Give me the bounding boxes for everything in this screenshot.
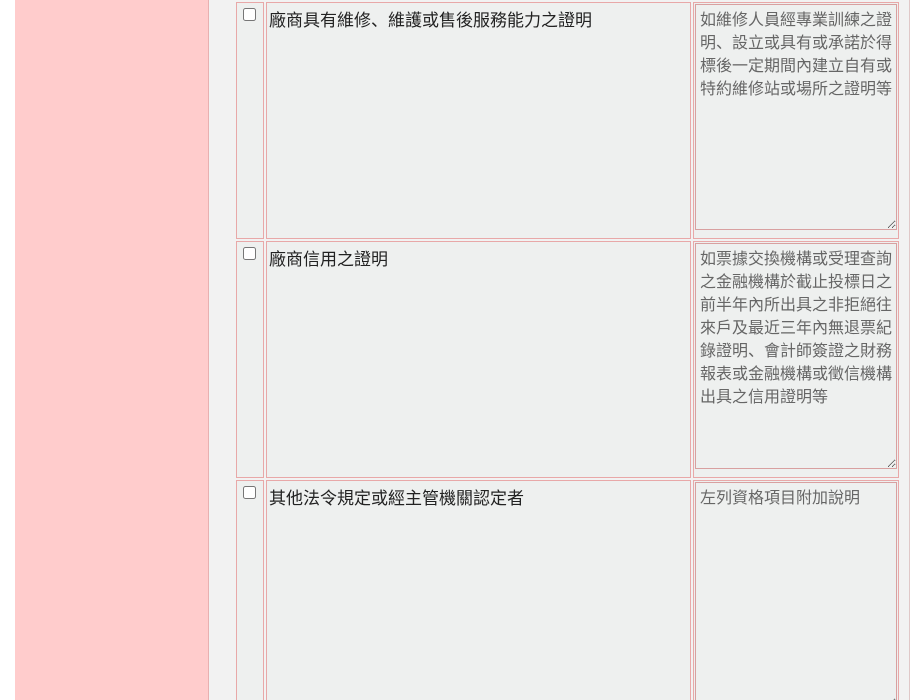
- label-cell: 廠商信用之證明: [266, 241, 691, 478]
- qualification-note-textarea[interactable]: [695, 4, 897, 230]
- qualification-label: 廠商信用之證明: [269, 250, 388, 270]
- checkbox-cell: [236, 2, 264, 239]
- note-cell: [693, 241, 899, 478]
- qualification-label: 其他法令規定或經主管機關認定者: [269, 489, 524, 509]
- label-cell: 其他法令規定或經主管機關認定者: [266, 480, 691, 700]
- qualification-checkbox[interactable]: [243, 247, 256, 260]
- qualification-note-textarea[interactable]: [695, 243, 897, 469]
- left-sidebar-panel: [15, 0, 209, 700]
- qualification-checkbox[interactable]: [243, 486, 256, 499]
- qualification-row: 其他法令規定或經主管機關認定者: [236, 480, 899, 700]
- qualification-row: 廠商信用之證明: [236, 241, 899, 478]
- qualification-table: 廠商具有維修、維護或售後服務能力之證明 廠商信用之證明: [234, 0, 901, 700]
- note-cell: [693, 480, 899, 700]
- label-cell: 廠商具有維修、維護或售後服務能力之證明: [266, 2, 691, 239]
- qualification-checkbox[interactable]: [243, 8, 256, 21]
- page: 廠商具有維修、維護或售後服務能力之證明 廠商信用之證明: [0, 0, 924, 700]
- checkbox-cell: [236, 480, 264, 700]
- qualification-label: 廠商具有維修、維護或售後服務能力之證明: [269, 11, 592, 31]
- note-cell: [693, 2, 899, 239]
- checkbox-cell: [236, 241, 264, 478]
- qualification-note-textarea[interactable]: [695, 482, 897, 700]
- qualification-row: 廠商具有維修、維護或售後服務能力之證明: [236, 2, 899, 239]
